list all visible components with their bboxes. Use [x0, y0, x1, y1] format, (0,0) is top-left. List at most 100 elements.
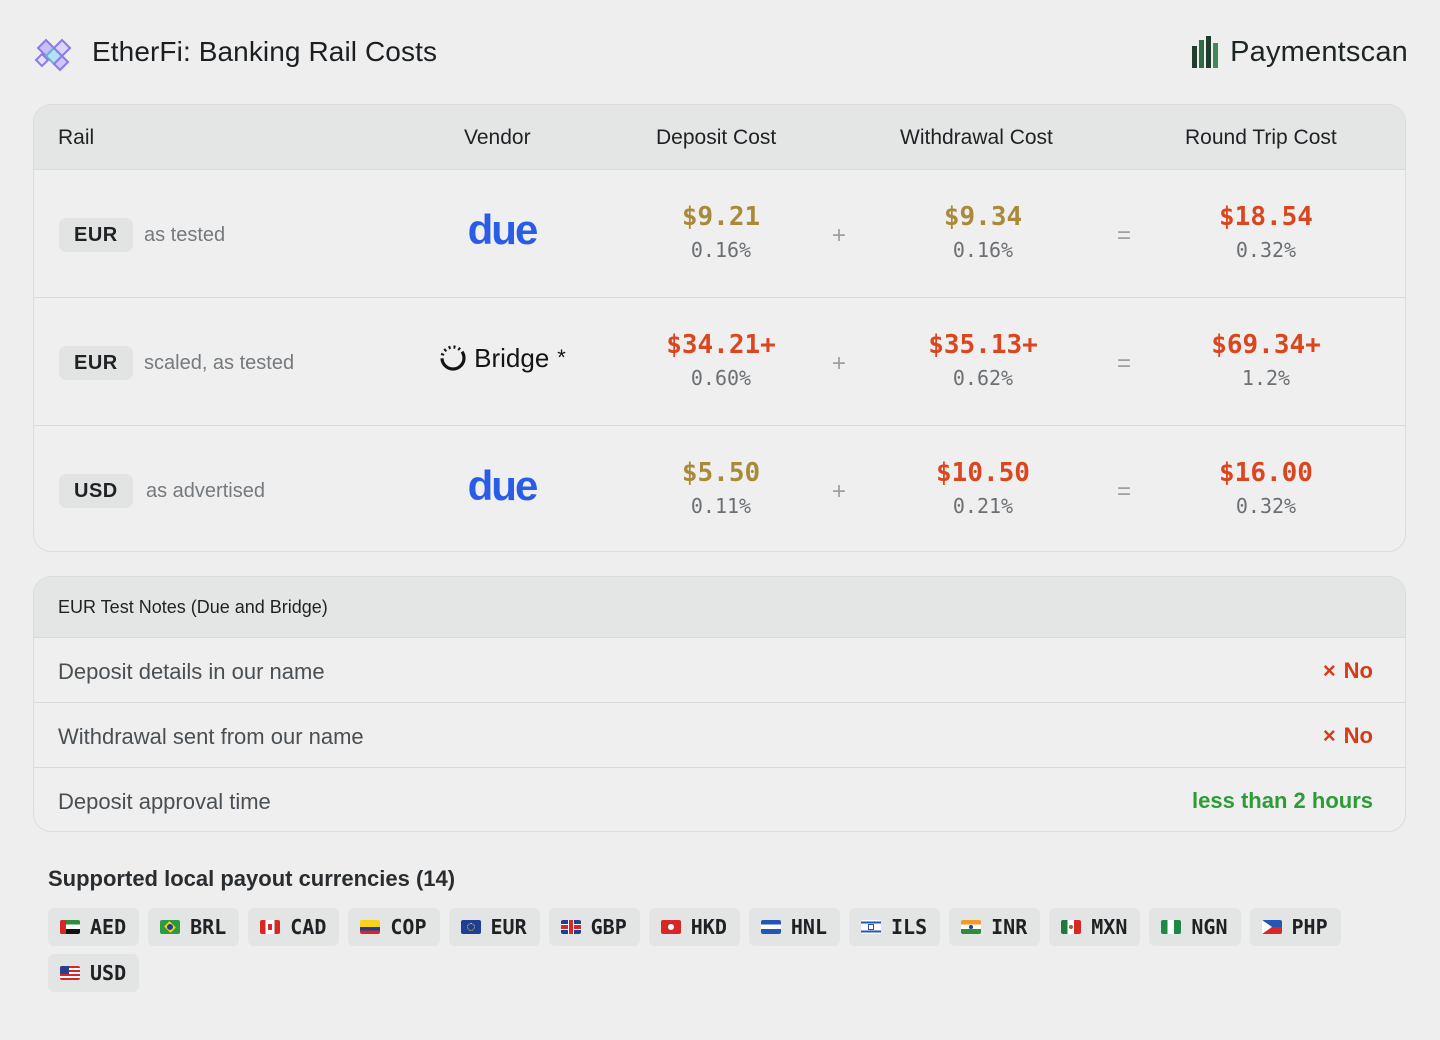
deposit-percent: 0.11% [690, 494, 752, 518]
us-flag-icon [60, 966, 80, 980]
column-header-roundtrip: Round Trip Cost [1185, 126, 1337, 149]
note-label: Withdrawal sent from our name [58, 724, 364, 749]
deposit-cost: $5.50 0.11% [611, 426, 831, 518]
withdrawal-percent: 0.16% [952, 238, 1014, 262]
currency-chip: CAD [248, 908, 340, 946]
hong-kong-flag-icon [660, 920, 681, 934]
eu-flag-icon [460, 920, 481, 934]
currency-chips: AED BRL CAD COP EUR GBP HKD HNL ILS INR … [48, 908, 1368, 992]
currencies-title: Supported local payout currencies (14) [48, 866, 456, 891]
cost-table: Rail Vendor Deposit Cost Withdrawal Cost… [33, 104, 1406, 552]
mexico-flag-icon [1061, 920, 1082, 934]
note-value: less than 2 hours [1192, 788, 1373, 813]
plus-sign: + [832, 222, 847, 249]
honduras-flag-icon [760, 920, 781, 934]
withdrawal-amount: $10.50 [936, 458, 1030, 488]
currency-code: CAD [290, 915, 327, 939]
due-logo: due [467, 206, 539, 253]
roundtrip-percent: 0.32% [1235, 494, 1297, 518]
equals-sign: = [1117, 222, 1132, 249]
currency-chip: GBP [548, 908, 640, 946]
canada-flag-icon [260, 920, 281, 934]
philippines-flag-icon [1261, 920, 1282, 934]
withdrawal-cost: $9.34 0.16% [873, 170, 1093, 262]
deposit-amount: $34.21+ [666, 330, 776, 360]
note-value-text: No [1343, 658, 1373, 683]
currency-code: USD [90, 961, 127, 985]
currency-code: EUR [490, 915, 527, 939]
currency-code: INR [991, 915, 1028, 939]
note-row: Withdrawal sent from our name × No [34, 703, 1405, 768]
roundtrip-amount: $16.00 [1219, 458, 1313, 488]
currency-code: BRL [190, 915, 227, 939]
table-row: EUR scaled, as tested Bridge * $34.21+ 0… [34, 298, 1405, 426]
roundtrip-cost: $16.00 0.32% [1156, 426, 1376, 518]
currency-code: NGN [1191, 915, 1228, 939]
brazil-flag-icon [160, 920, 181, 934]
deposit-cost: $9.21 0.16% [611, 170, 831, 262]
roundtrip-amount: $69.34+ [1211, 330, 1321, 360]
currency-code: PHP [1291, 915, 1328, 939]
x-icon: × [1322, 723, 1336, 748]
uae-flag-icon [60, 920, 80, 934]
currency-badge: EUR [59, 218, 133, 252]
column-header-rail: Rail [58, 126, 95, 149]
withdrawal-amount: $9.34 [943, 202, 1023, 232]
currency-chip: USD [48, 954, 140, 992]
deposit-amount: $5.50 [681, 458, 761, 488]
currency-chip: EUR [448, 908, 540, 946]
note-label: Deposit details in our name [58, 659, 325, 684]
uk-flag-icon [560, 920, 581, 934]
table-row: EUR as tested due $9.21 0.16% + $9.34 0.… [34, 170, 1405, 298]
withdrawal-amount: $35.13+ [928, 330, 1038, 360]
vendor-logo: due [434, 200, 570, 260]
colombia-flag-icon [360, 920, 381, 934]
currency-chip: ILS [849, 908, 941, 946]
notes-title: EUR Test Notes (Due and Bridge) [34, 577, 1405, 638]
equals-sign: = [1117, 350, 1132, 377]
currency-chip: COP [348, 908, 440, 946]
currency-chip: PHP [1249, 908, 1341, 946]
note-row: Deposit approval time less than 2 hours [34, 768, 1405, 831]
rail-note: as tested [144, 224, 226, 246]
note-label: Deposit approval time [58, 789, 271, 814]
column-header-deposit: Deposit Cost [656, 126, 777, 149]
withdrawal-percent: 0.21% [952, 494, 1014, 518]
currency-code: HNL [790, 915, 827, 939]
currency-code: COP [390, 915, 427, 939]
brand: Paymentscan [1190, 32, 1408, 72]
table-header: Rail Vendor Deposit Cost Withdrawal Cost… [34, 105, 1405, 170]
deposit-percent: 0.16% [690, 238, 752, 262]
currency-code: GBP [590, 915, 627, 939]
withdrawal-cost: $10.50 0.21% [873, 426, 1093, 518]
india-flag-icon [961, 920, 982, 934]
roundtrip-cost: $18.54 0.32% [1156, 170, 1376, 262]
test-notes: EUR Test Notes (Due and Bridge) Deposit … [33, 576, 1406, 832]
footnote-mark: * [557, 345, 566, 370]
bridge-ring-icon [440, 345, 466, 371]
note-value: × No [1323, 658, 1373, 684]
plus-sign: + [832, 350, 847, 377]
vendor-logo: Bridge * [432, 328, 572, 388]
currency-chip: INR [949, 908, 1041, 946]
currency-code: MXN [1091, 915, 1128, 939]
currency-code: ILS [891, 915, 928, 939]
bridge-logo: Bridge * [438, 343, 566, 374]
paymentscan-logo-icon [1192, 36, 1219, 68]
vendor-logo: due [434, 456, 570, 516]
header: EtherFi: Banking Rail Costs Paymentscan [32, 28, 1408, 80]
currency-code: AED [90, 915, 127, 939]
rail-note: as advertised [146, 480, 265, 502]
currency-chip: AED [48, 908, 140, 946]
currency-badge: USD [59, 474, 133, 508]
note-value: × No [1323, 723, 1373, 749]
deposit-cost: $34.21+ 0.60% [611, 298, 831, 390]
withdrawal-cost: $35.13+ 0.62% [873, 298, 1093, 390]
column-header-withdrawal: Withdrawal Cost [900, 126, 1053, 149]
bridge-name: Bridge [474, 342, 550, 373]
roundtrip-percent: 0.32% [1235, 238, 1297, 262]
currency-chip: HKD [648, 908, 740, 946]
currency-chip: BRL [148, 908, 240, 946]
equals-sign: = [1117, 478, 1132, 505]
roundtrip-amount: $18.54 [1219, 202, 1313, 232]
